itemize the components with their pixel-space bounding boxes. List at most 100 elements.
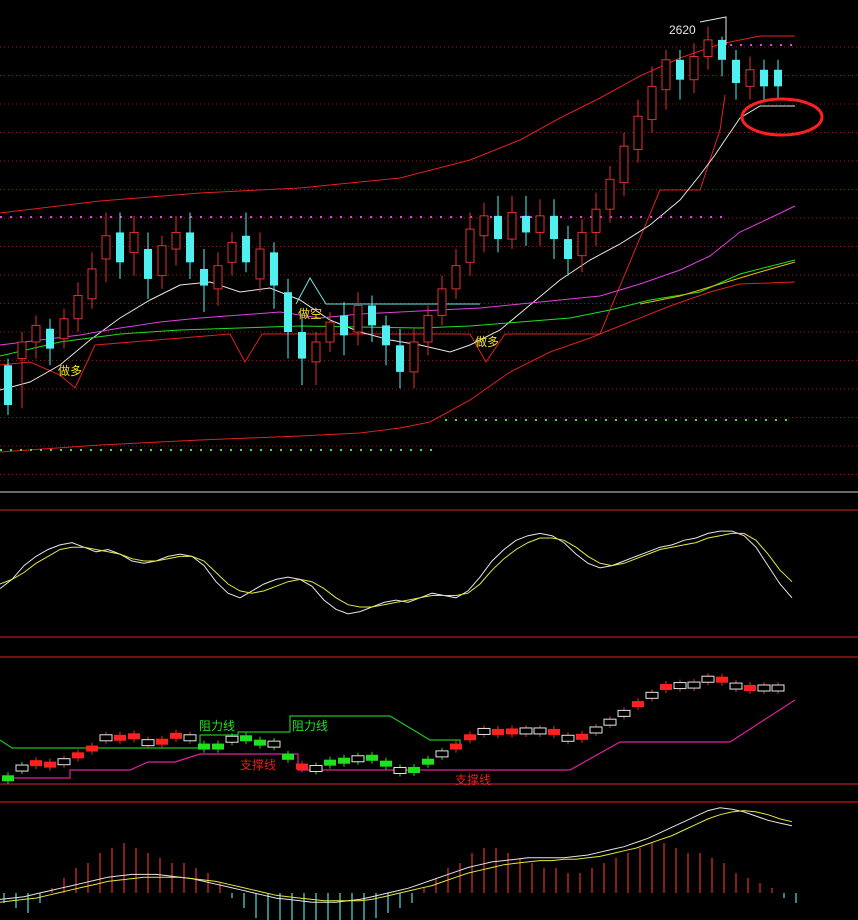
sr-candle-body-hollow bbox=[729, 682, 743, 690]
candle-body-up bbox=[311, 341, 321, 363]
candle-body-down bbox=[718, 39, 726, 60]
resistance-label-1: 阻力线 bbox=[199, 719, 235, 733]
candle-body-down bbox=[46, 328, 54, 349]
ma-magenta-line bbox=[0, 205, 796, 346]
candle-body-up bbox=[87, 268, 97, 300]
sr-candle-body bbox=[492, 728, 504, 735]
sr-candle-body-hollow bbox=[673, 682, 687, 690]
candle-body-up bbox=[213, 265, 223, 290]
sr-candle-body-hollow bbox=[757, 684, 771, 692]
sr-candle-body-hollow bbox=[267, 740, 281, 748]
sr-candle-body-hollow bbox=[589, 726, 603, 734]
candle-body-down bbox=[774, 69, 782, 87]
candle-body-up bbox=[605, 178, 615, 210]
candle-body-up bbox=[479, 215, 489, 237]
candle-body-up bbox=[409, 341, 419, 373]
candle-body-up bbox=[325, 321, 335, 343]
sr-candle-body bbox=[422, 758, 434, 765]
candle-body-down bbox=[340, 315, 348, 336]
candle-body-down bbox=[494, 215, 502, 240]
candle-body-up bbox=[255, 248, 265, 280]
support-resistance-panel: 阻力线 阻力线 支撑线 支撑线 bbox=[0, 656, 858, 787]
candle-body-down bbox=[4, 365, 12, 406]
sr-candle-body-hollow bbox=[603, 718, 617, 726]
candle-body-down bbox=[382, 325, 390, 346]
candle-body-up bbox=[157, 245, 167, 277]
sr-candle-body bbox=[128, 733, 140, 740]
candle-body-down bbox=[242, 235, 250, 263]
osc-k-line bbox=[0, 530, 793, 615]
sr-candle-body bbox=[548, 728, 560, 735]
candle-body-up bbox=[577, 231, 587, 257]
sr-candle-body-hollow bbox=[533, 727, 547, 735]
candle-body-up bbox=[465, 228, 475, 263]
sr-candle-body bbox=[366, 754, 378, 761]
candle-body-up bbox=[73, 295, 83, 320]
candle-body-up bbox=[507, 212, 517, 240]
sr-candle-body bbox=[716, 676, 728, 683]
macd-bars-group bbox=[3, 843, 797, 920]
sr-candle-body bbox=[408, 766, 420, 773]
sr-candle-body-hollow bbox=[561, 734, 575, 742]
candle-body-down bbox=[564, 239, 572, 259]
candle-body-up bbox=[619, 145, 629, 184]
sr-candle-body-hollow bbox=[141, 739, 155, 747]
candle-body-down bbox=[676, 59, 684, 80]
sr-candle-body-hollow bbox=[309, 765, 323, 773]
sr-candle-body bbox=[30, 760, 42, 767]
sr-candle-body bbox=[170, 732, 182, 739]
sr-candle-body bbox=[44, 761, 56, 768]
candle-body-up bbox=[647, 85, 657, 121]
candle-body-down bbox=[732, 59, 740, 84]
candle-body-down bbox=[144, 249, 152, 279]
candle-body-up bbox=[59, 318, 69, 340]
candle-body-up bbox=[227, 241, 237, 263]
high-price-label: 2620 bbox=[669, 23, 696, 37]
candle-body-down bbox=[522, 215, 530, 233]
buy-signal-label-2: 做多 bbox=[475, 334, 499, 349]
sr-candle-body-hollow bbox=[99, 734, 113, 742]
resistance-label-2: 阻力线 bbox=[292, 719, 328, 733]
candle-body-up bbox=[101, 235, 111, 260]
sr-candle-body-hollow bbox=[15, 764, 29, 772]
candle-body-up bbox=[129, 231, 139, 253]
macd-panel bbox=[0, 801, 858, 920]
sr-candle-body bbox=[338, 757, 350, 764]
sr-candle-body-hollow bbox=[687, 681, 701, 689]
sr-candle-body-hollow bbox=[57, 758, 71, 766]
candle-body-down bbox=[270, 252, 278, 286]
candle-body-up bbox=[451, 265, 461, 290]
candle-body-up bbox=[745, 69, 755, 87]
candles-group bbox=[4, 26, 782, 416]
candle-body-down bbox=[116, 232, 124, 263]
support-label-1: 支撑线 bbox=[240, 757, 276, 772]
macd-dea-line bbox=[0, 810, 793, 903]
sr-candle-body-hollow bbox=[519, 727, 533, 735]
candle-body-up bbox=[423, 314, 433, 343]
candle-body-down bbox=[368, 305, 376, 326]
candle-body-down bbox=[186, 232, 194, 263]
sr-candle-body-hollow bbox=[393, 766, 407, 774]
sr-candle-body bbox=[506, 728, 518, 735]
sr-candles-group bbox=[2, 673, 785, 785]
sr-candle-body-hollow bbox=[645, 691, 659, 699]
sr-candle-body-hollow bbox=[183, 734, 197, 742]
candle-body-up bbox=[591, 208, 601, 233]
sr-candle-body-hollow bbox=[771, 684, 785, 692]
main-price-panel: 2620 做多 做空 做多 bbox=[0, 16, 858, 475]
sr-candle-body bbox=[114, 734, 126, 741]
sr-candle-body bbox=[744, 685, 756, 692]
candle-body-up bbox=[703, 39, 713, 57]
sr-candle-body bbox=[72, 752, 84, 759]
sr-candle-body bbox=[450, 743, 462, 750]
boll-upper-line bbox=[0, 35, 795, 214]
candle-body-down bbox=[396, 345, 404, 372]
candle-body-up bbox=[689, 55, 699, 81]
sr-candle-body bbox=[282, 753, 294, 760]
sr-candle-body bbox=[198, 743, 210, 750]
sr-candle-body bbox=[324, 759, 336, 766]
candle-body-up bbox=[661, 59, 671, 91]
macd-dif-line bbox=[0, 807, 793, 903]
sr-candle-body-hollow bbox=[225, 735, 239, 743]
sr-candle-body bbox=[380, 760, 392, 767]
